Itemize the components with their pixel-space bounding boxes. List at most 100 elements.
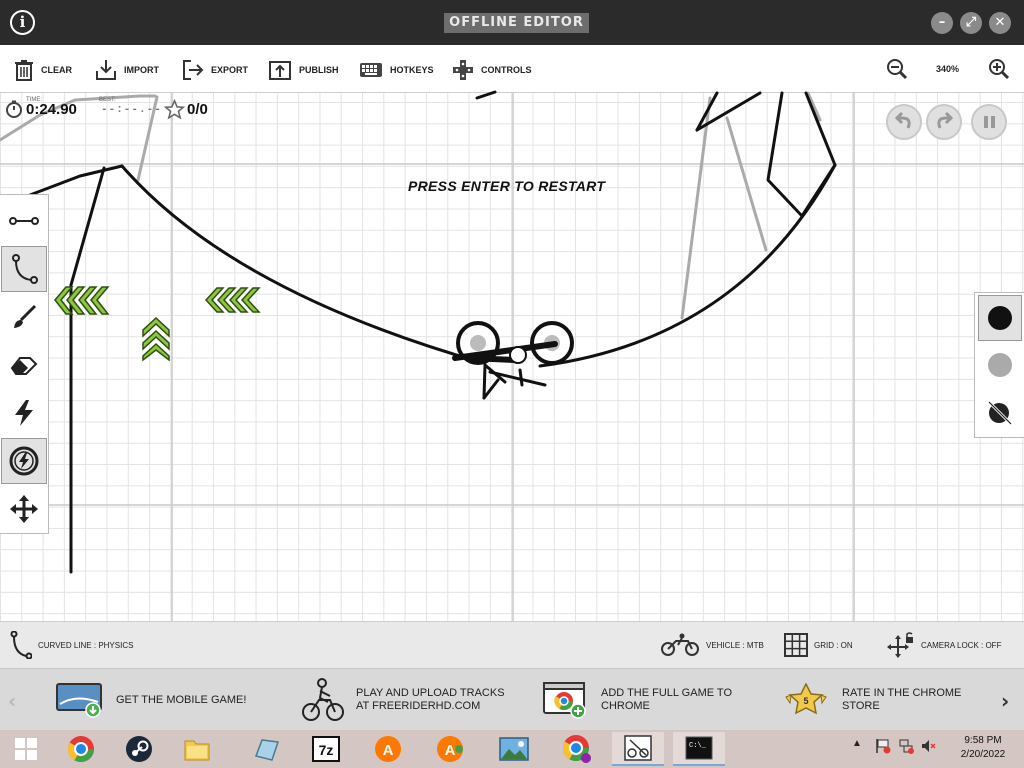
windows-icon xyxy=(15,738,37,760)
brush-icon xyxy=(14,304,37,328)
time-value: 0:24.90 xyxy=(26,101,77,118)
taskbar-photos[interactable] xyxy=(488,732,540,766)
promo-freerider[interactable]: PLAY AND UPLOAD TRACKS AT FREERIDERHD.COM xyxy=(302,677,505,723)
steam-icon xyxy=(126,736,152,762)
camera-lock-icon xyxy=(887,632,913,658)
chrome-profile-icon xyxy=(562,735,591,763)
vehicle-status[interactable]: VEHICLE : MTB xyxy=(660,630,764,660)
promo-prev-arrow[interactable]: ‹ xyxy=(8,689,16,713)
toggle-scenery-button[interactable] xyxy=(978,389,1022,435)
tool-brush[interactable] xyxy=(1,294,47,340)
clock-date: 2/20/2022 xyxy=(960,749,1006,760)
undo-button[interactable] xyxy=(886,104,922,140)
eraser-icon xyxy=(10,357,38,375)
promo-mobile[interactable]: GET THE MOBILE GAME! xyxy=(56,677,246,723)
clock-time: 9:58 PM xyxy=(964,735,1002,746)
taskbar-chrome[interactable] xyxy=(55,732,107,766)
svg-text:A: A xyxy=(383,742,394,759)
straight-line-icon xyxy=(9,217,39,225)
best-value: --:--.-- xyxy=(101,104,162,116)
scenery-dot-icon xyxy=(988,353,1012,377)
promo-rate[interactable]: 5 RATE IN THE CHROME STORE xyxy=(782,677,961,723)
freerider-icon xyxy=(624,735,652,761)
7zip-icon: 7z xyxy=(312,736,340,762)
track-drawing xyxy=(0,90,1024,621)
promo-mobile-text: GET THE MOBILE GAME! xyxy=(116,693,247,706)
best-label: BEST: xyxy=(99,97,116,103)
scenery-line-swatch[interactable] xyxy=(978,342,1022,388)
pause-button[interactable] xyxy=(971,104,1007,140)
taskbar-chrome-profile[interactable] xyxy=(551,732,603,766)
promo-freerider-line1: PLAY AND UPLOAD TRACKS xyxy=(356,687,505,699)
mobile-game-icon xyxy=(56,683,102,718)
rating-star-icon: 5 xyxy=(785,683,827,715)
redo-icon xyxy=(937,111,954,129)
tool-powerups[interactable] xyxy=(1,390,47,436)
current-tool-label: CURVED LINE : PHYSICS xyxy=(38,640,134,650)
move-icon xyxy=(10,495,38,523)
taskbar-7zip[interactable]: 7z xyxy=(300,732,352,766)
tool-powerup-select[interactable] xyxy=(1,438,47,484)
flag-icon[interactable] xyxy=(875,738,891,754)
curve-icon xyxy=(12,254,38,284)
grid-icon xyxy=(784,633,808,657)
tray-overflow-icon[interactable]: ▲ xyxy=(852,738,862,749)
promo-bar: ‹ GET THE MOBILE GAME! PLAY AND UPLOAD T… xyxy=(0,668,1024,730)
taskbar-steam[interactable] xyxy=(113,732,165,766)
folder-icon xyxy=(184,740,210,761)
grid-status[interactable]: GRID : ON xyxy=(784,630,853,660)
vehicle-label: VEHICLE : MTB xyxy=(706,640,764,650)
taskbar-avast-secure[interactable]: A xyxy=(424,732,476,766)
tool-camera[interactable] xyxy=(1,486,47,532)
taskbar-terminal[interactable]: C:\_ xyxy=(673,732,725,766)
promo-next-arrow[interactable]: › xyxy=(1001,689,1009,713)
physics-dot-icon xyxy=(988,306,1012,330)
taskbar-avast[interactable]: A xyxy=(362,732,414,766)
pause-icon xyxy=(984,116,995,128)
notebook-icon xyxy=(255,739,280,761)
toggle-scenery-icon xyxy=(987,400,1013,426)
svg-text:C:\_: C:\_ xyxy=(689,742,707,750)
lightning-circle-icon xyxy=(9,446,39,476)
windows-start-button[interactable] xyxy=(0,732,52,766)
taskbar-file-explorer[interactable] xyxy=(171,732,223,766)
taskbar-freerider[interactable] xyxy=(612,732,664,766)
restart-message: PRESS ENTER TO RESTART xyxy=(408,178,606,194)
stopwatch-icon xyxy=(6,100,22,118)
line-type-panel xyxy=(974,292,1024,438)
lightning-icon xyxy=(15,400,33,426)
svg-text:A: A xyxy=(445,742,456,759)
physics-line-swatch[interactable] xyxy=(978,295,1022,341)
network-icon[interactable] xyxy=(898,738,914,754)
promo-chrome-line2: CHROME xyxy=(601,700,650,712)
taskbar-clock[interactable]: 9:58 PM 2/20/2022 xyxy=(948,734,1018,762)
curve-icon xyxy=(10,631,32,659)
taskbar-notebook[interactable] xyxy=(240,732,292,766)
promo-chrome-line1: ADD THE FULL GAME TO xyxy=(601,687,733,699)
stars-counter: 0/0 xyxy=(187,101,208,118)
photos-icon xyxy=(499,737,529,761)
taskbar: 7z A A C:\_ ▲ 9:58 PM 2/20/2022 xyxy=(0,730,1024,768)
undo-icon xyxy=(894,111,911,129)
camera-lock-label: CAMERA LOCK : OFF xyxy=(921,640,1002,650)
volume-icon[interactable] xyxy=(921,738,937,754)
app-window: i OFFLINE EDITOR – ⤢ ✕ CLEAR IMPORT EXPO… xyxy=(0,0,1024,768)
promo-rate-line2: STORE xyxy=(842,700,880,712)
chrome-add-icon xyxy=(543,682,586,719)
chrome-icon xyxy=(67,736,95,763)
redo-button[interactable] xyxy=(926,104,962,140)
tool-eraser[interactable] xyxy=(1,342,47,388)
tool-panel xyxy=(0,194,49,534)
tool-straight-line[interactable] xyxy=(1,198,47,244)
camera-lock-status[interactable]: CAMERA LOCK : OFF xyxy=(887,630,1001,660)
status-bar: CURVED LINE : PHYSICS VEHICLE : MTB GRID… xyxy=(0,621,1024,668)
avast-icon: A xyxy=(375,736,401,762)
svg-text:5: 5 xyxy=(803,696,808,706)
promo-rate-line1: RATE IN THE CHROME xyxy=(842,687,962,699)
tool-curved-line[interactable] xyxy=(1,246,47,292)
promo-freerider-line2: AT FREERIDERHD.COM xyxy=(356,700,481,712)
promo-chrome[interactable]: ADD THE FULL GAME TO CHROME xyxy=(543,677,732,723)
current-tool-status: CURVED LINE : PHYSICS xyxy=(10,630,133,660)
grid-label: GRID : ON xyxy=(814,640,853,650)
star-icon xyxy=(164,99,185,120)
